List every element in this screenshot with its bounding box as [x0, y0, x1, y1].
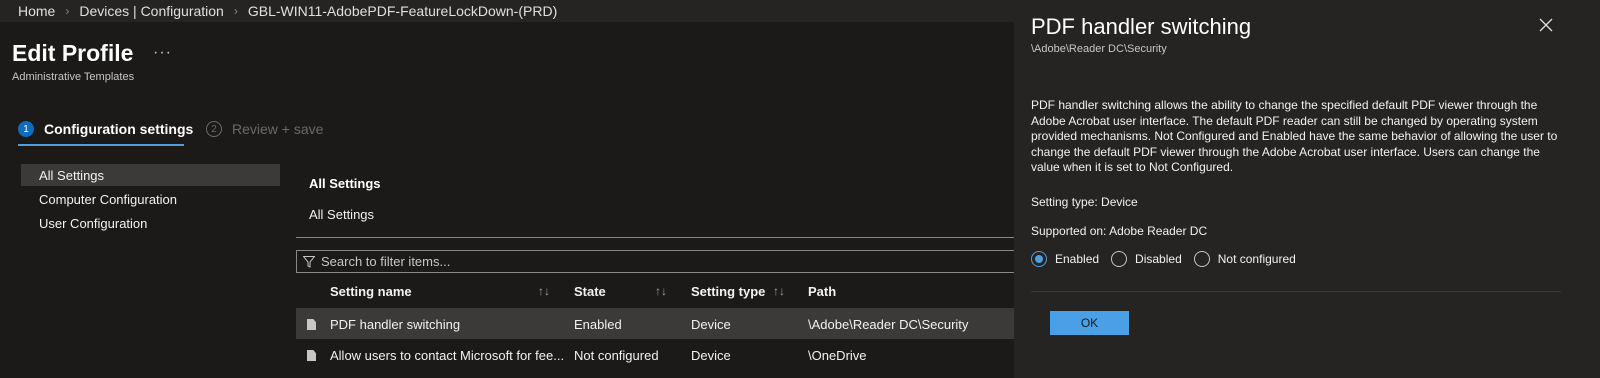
- radio-disabled[interactable]: Disabled: [1111, 251, 1182, 267]
- divider: [296, 237, 1014, 238]
- column-header-path[interactable]: Path: [808, 284, 836, 299]
- radio-button[interactable]: [1111, 251, 1128, 267]
- panel-path: \Adobe\Reader DC\Security: [1031, 43, 1167, 55]
- breadcrumb-profile[interactable]: GBL-WIN11-AdobePDF-FeatureLockDown-(PRD): [248, 3, 557, 19]
- chevron-right-icon: ›: [65, 4, 70, 18]
- state-radio-group: Enabled Disabled Not configured: [1031, 251, 1308, 267]
- cell-path: \Adobe\Reader DC\Security: [808, 317, 969, 332]
- document-icon: [307, 350, 316, 361]
- active-step-indicator: [18, 144, 184, 146]
- cell-state: Not configured: [574, 348, 659, 363]
- sort-icon[interactable]: ↑↓: [538, 284, 550, 298]
- step-label: Configuration settings: [44, 121, 194, 137]
- sort-icon[interactable]: ↑↓: [655, 284, 667, 298]
- column-header-setting-type[interactable]: Setting type: [691, 284, 765, 299]
- section-heading: All Settings: [309, 176, 381, 191]
- column-header-setting-name[interactable]: Setting name: [330, 284, 412, 299]
- breadcrumb: Home › Devices | Configuration › GBL-WIN…: [0, 0, 1040, 22]
- radio-not-configured[interactable]: Not configured: [1193, 251, 1296, 267]
- cell-setting-name[interactable]: PDF handler switching: [330, 317, 460, 332]
- radio-label: Disabled: [1135, 252, 1182, 266]
- section-breadcrumb: All Settings: [309, 207, 375, 222]
- step-configuration-settings[interactable]: 1 Configuration settings: [18, 121, 193, 137]
- page-subtitle: Administrative Templates: [12, 71, 135, 83]
- cell-state: Enabled: [574, 317, 622, 332]
- filter-icon: [303, 255, 315, 268]
- breadcrumb-devices-configuration[interactable]: Devices | Configuration: [79, 3, 223, 19]
- step-number: 1: [18, 121, 34, 137]
- cell-setting-type: Device: [691, 348, 731, 363]
- ellipsis-icon[interactable]: ···: [153, 44, 172, 62]
- nav-computer-configuration[interactable]: Computer Configuration: [21, 188, 280, 210]
- radio-button[interactable]: [1193, 251, 1210, 267]
- search-input[interactable]: Search to filter items...: [296, 250, 1014, 273]
- document-icon: [307, 319, 316, 330]
- supported-on-text: Supported on: Adobe Reader DC: [1031, 224, 1208, 238]
- close-icon[interactable]: [1539, 18, 1553, 32]
- page-title: Edit Profile: [12, 40, 134, 66]
- step-number: 2: [206, 121, 222, 137]
- sort-icon[interactable]: ↑↓: [773, 284, 785, 298]
- radio-enabled[interactable]: Enabled: [1031, 251, 1099, 267]
- radio-button[interactable]: [1031, 251, 1047, 267]
- column-header-state[interactable]: State: [574, 284, 606, 299]
- step-label: Review + save: [232, 121, 324, 137]
- panel-description: PDF handler switching allows the ability…: [1031, 98, 1558, 174]
- panel-title: PDF handler switching: [1031, 14, 1252, 39]
- nav-all-settings[interactable]: All Settings: [21, 164, 280, 186]
- ok-button[interactable]: OK: [1050, 311, 1129, 335]
- cell-setting-name[interactable]: Allow users to contact Microsoft for fee…: [330, 348, 564, 363]
- search-placeholder: Search to filter items...: [321, 254, 451, 269]
- nav-user-configuration[interactable]: User Configuration: [21, 212, 280, 234]
- divider: [1031, 291, 1561, 292]
- step-review-save[interactable]: 2 Review + save: [206, 121, 323, 137]
- setting-type-text: Setting type: Device: [1031, 195, 1138, 209]
- breadcrumb-home[interactable]: Home: [18, 3, 55, 19]
- chevron-right-icon: ›: [233, 4, 238, 18]
- radio-label: Enabled: [1055, 252, 1100, 266]
- cell-setting-type: Device: [691, 317, 731, 332]
- cell-path: \OneDrive: [808, 348, 867, 363]
- radio-label: Not configured: [1217, 252, 1296, 266]
